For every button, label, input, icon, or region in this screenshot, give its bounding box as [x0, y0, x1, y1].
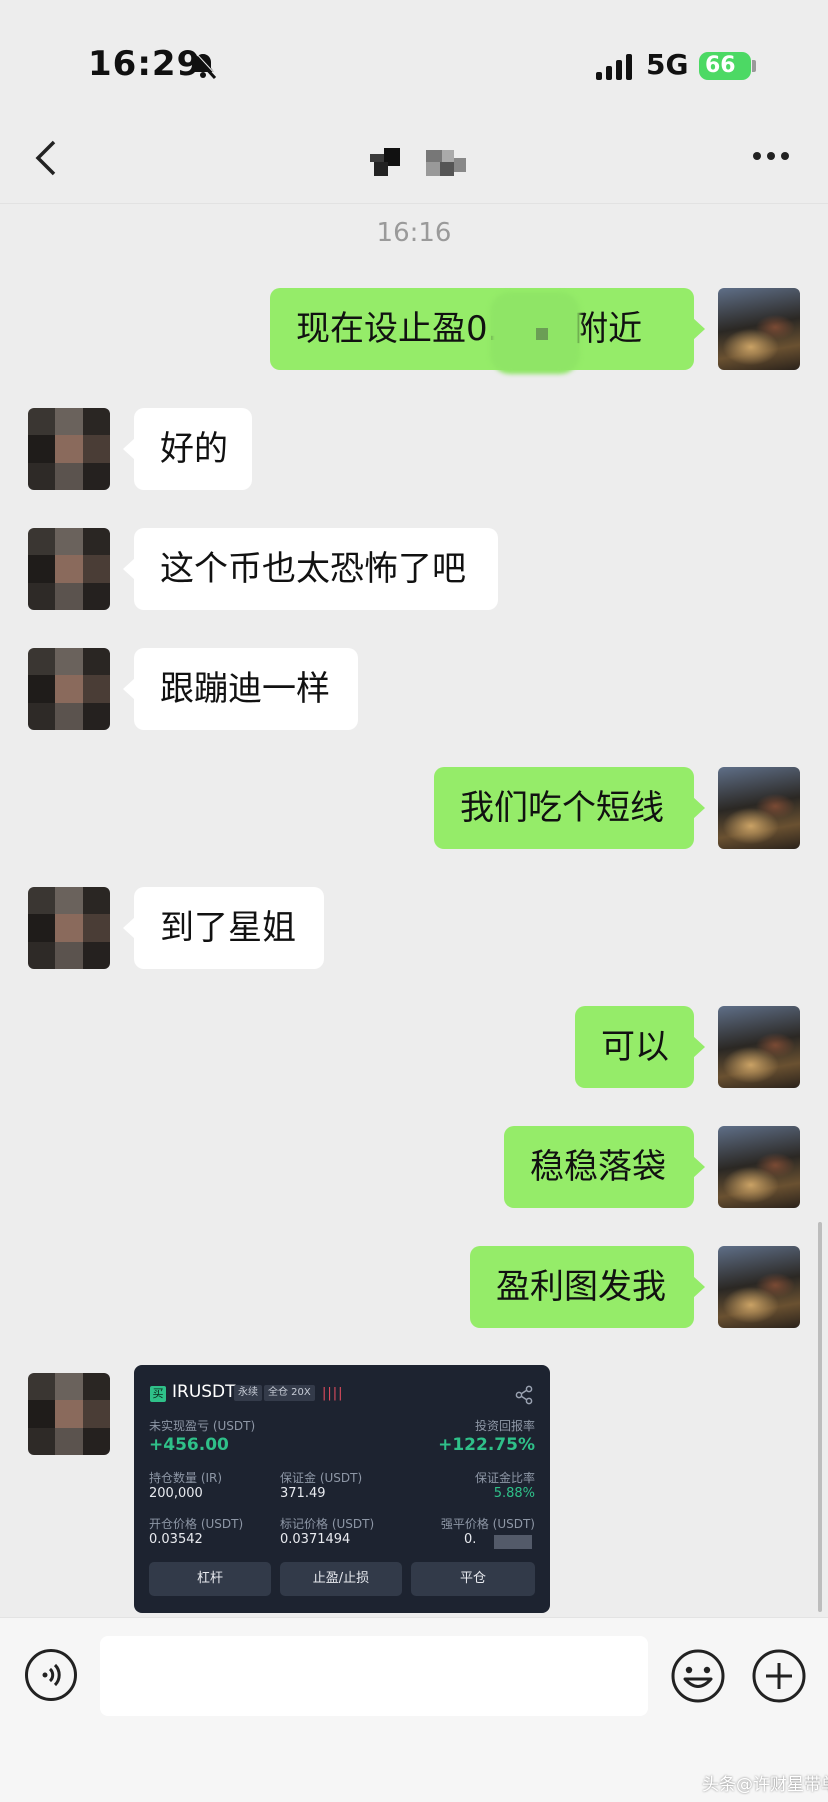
entry-price-value: 0.03542 — [149, 1532, 203, 1547]
message-bubble-them[interactable]: 这个币也太恐怖了吧 — [123, 528, 498, 610]
my-avatar[interactable] — [718, 767, 800, 849]
margin-ratio-value: 5.88% — [493, 1486, 535, 1501]
message-bubble-me[interactable]: 我们吃个短线 — [434, 767, 705, 849]
message-bubble-them[interactable]: 跟蹦迪一样 — [123, 648, 358, 730]
message-bubble-me[interactable]: 可以 — [575, 1006, 705, 1088]
mark-price-value: 0.0371494 — [280, 1532, 351, 1547]
nav-divider — [0, 203, 828, 204]
battery-indicator: 66 — [699, 52, 751, 80]
perpetual-tag: 永续 — [234, 1385, 262, 1401]
battery-tip — [752, 60, 756, 72]
mark-price-label: 标记价格 (USDT) — [280, 1517, 375, 1531]
unrealized-pnl-label: 未实现盈亏 (USDT) — [149, 1419, 256, 1433]
message-bubble-me[interactable]: 盈利图发我 — [470, 1246, 705, 1328]
roi-label: 投资回报率 — [474, 1419, 535, 1433]
my-avatar[interactable] — [718, 1126, 800, 1208]
position-size-value: 200,000 — [149, 1486, 203, 1501]
roi-value: +122.75% — [438, 1435, 535, 1455]
my-avatar[interactable] — [718, 1006, 800, 1088]
liquidation-price-label: 强平价格 (USDT) — [440, 1517, 535, 1531]
contact-avatar[interactable] — [28, 408, 110, 490]
liquidation-price-value: 0. — [464, 1532, 477, 1547]
contact-avatar[interactable] — [28, 528, 110, 610]
margin-label: 保证金 (USDT) — [280, 1471, 363, 1485]
redaction-blur — [490, 292, 580, 374]
my-avatar[interactable] — [718, 288, 800, 370]
chat-scrollbar[interactable] — [818, 1222, 822, 1612]
redaction-blur-dot — [536, 328, 548, 340]
close-position-button: 平仓 — [411, 1562, 535, 1596]
voice-input-icon[interactable] — [24, 1648, 78, 1702]
trade-symbol: IRUSDT — [172, 1382, 236, 1402]
share-icon — [515, 1385, 533, 1405]
margin-mode-tag: 全仓 20X — [264, 1385, 315, 1401]
plus-icon[interactable] — [751, 1648, 807, 1704]
trade-position-card-image[interactable]: 买 IRUSDT 永续 全仓 20X |||| 未实现盈亏 (USDT) +45… — [134, 1365, 550, 1613]
message-bubble-me[interactable]: 现在设止盈0. 4附近 — [270, 288, 705, 370]
network-type: 5G — [646, 48, 689, 81]
chat-timestamp: 16:16 — [376, 218, 452, 248]
signal-icon — [596, 54, 632, 80]
message-bubble-them[interactable]: 好的 — [123, 408, 252, 490]
unrealized-pnl-value: +456.00 — [149, 1435, 229, 1455]
redaction-blur — [494, 1535, 532, 1549]
message-bubble-me[interactable]: 稳稳落袋 — [504, 1126, 705, 1208]
contact-avatar[interactable] — [28, 648, 110, 730]
bell-muted-icon — [190, 50, 218, 80]
entry-price-label: 开仓价格 (USDT) — [149, 1517, 244, 1531]
message-input[interactable] — [100, 1636, 648, 1716]
leverage-button: 杠杆 — [149, 1562, 271, 1596]
margin-value: 371.49 — [280, 1486, 326, 1501]
position-size-label: 持仓数量 (IR) — [149, 1471, 223, 1485]
more-options-icon[interactable] — [752, 150, 790, 162]
contact-name-redacted — [370, 148, 466, 176]
buy-tag: 买 — [150, 1386, 166, 1402]
contact-avatar[interactable] — [28, 887, 110, 969]
back-arrow-icon[interactable] — [32, 138, 58, 178]
contact-avatar[interactable] — [28, 1373, 110, 1455]
emoji-icon[interactable] — [670, 1648, 726, 1704]
message-bubble-them[interactable]: 到了星姐 — [123, 887, 324, 969]
signal-bars-icon: |||| — [322, 1386, 344, 1401]
tpsl-button: 止盈/止损 — [280, 1562, 402, 1596]
margin-ratio-label: 保证金比率 — [474, 1471, 535, 1485]
watermark: 头条@许财星带单 — [702, 1775, 828, 1795]
my-avatar[interactable] — [718, 1246, 800, 1328]
status-time: 16:29 — [88, 44, 202, 84]
